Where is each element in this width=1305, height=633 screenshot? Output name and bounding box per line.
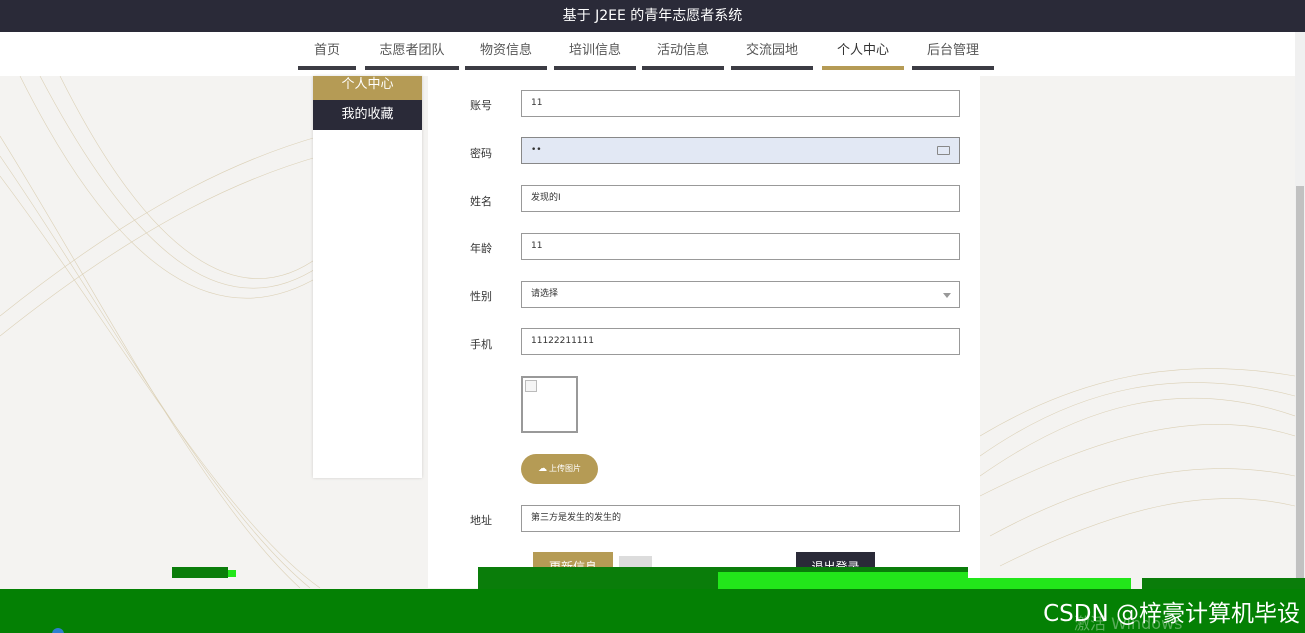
gender-select[interactable]: 请选择 bbox=[521, 281, 960, 308]
green-artifact bbox=[172, 567, 228, 578]
address-field[interactable]: 第三方是发生的发生的 bbox=[521, 505, 960, 532]
password-label: 密码 bbox=[470, 147, 492, 160]
name-field[interactable]: 发现的I bbox=[521, 185, 960, 212]
page-scrollbar-thumb[interactable] bbox=[1296, 186, 1304, 578]
broken-image-icon bbox=[525, 380, 537, 392]
age-field[interactable]: 11 bbox=[521, 233, 960, 260]
avatar-image-preview bbox=[521, 376, 578, 433]
nav-item-training[interactable]: 培训信息 bbox=[554, 44, 636, 70]
green-artifact bbox=[718, 572, 968, 589]
cloud-upload-icon: ☁ bbox=[538, 464, 547, 474]
nav-item-personal-center[interactable]: 个人中心 bbox=[822, 44, 904, 70]
sidebar-item-favorites[interactable]: 我的收藏 bbox=[313, 100, 422, 130]
sidebar: 个人中心 我的收藏 bbox=[313, 76, 422, 478]
address-label: 地址 bbox=[470, 514, 492, 527]
name-label: 姓名 bbox=[470, 195, 492, 208]
csdn-watermark: CSDN @梓豪计算机毕设 bbox=[1043, 601, 1300, 627]
nav-item-supplies[interactable]: 物资信息 bbox=[465, 44, 547, 70]
taskbar-icon bbox=[52, 628, 64, 633]
nav-item-forum[interactable]: 交流园地 bbox=[731, 44, 813, 70]
gender-label: 性别 bbox=[470, 290, 492, 303]
upload-image-button[interactable]: ☁ 上传图片 bbox=[521, 454, 598, 484]
keyboard-icon[interactable] bbox=[937, 146, 950, 155]
phone-label: 手机 bbox=[470, 338, 492, 351]
nav-item-activities[interactable]: 活动信息 bbox=[642, 44, 724, 70]
password-field[interactable]: •• bbox=[521, 137, 960, 164]
age-label: 年龄 bbox=[470, 242, 492, 255]
nav-item-volunteer-team[interactable]: 志愿者团队 bbox=[365, 44, 459, 70]
nav-item-home[interactable]: 首页 bbox=[298, 44, 356, 70]
sidebar-item-personal-center[interactable]: 个人中心 bbox=[313, 76, 422, 100]
app-title: 基于 J2EE 的青年志愿者系统 bbox=[0, 0, 1305, 32]
main-nav: 首页 志愿者团队 物资信息 培训信息 活动信息 交流园地 个人中心 后台管理 bbox=[0, 32, 1295, 76]
nav-item-admin[interactable]: 后台管理 bbox=[912, 44, 994, 70]
green-artifact bbox=[1142, 578, 1305, 589]
gender-select-value: 请选择 bbox=[531, 289, 559, 299]
account-field[interactable]: 11 bbox=[521, 90, 960, 117]
upload-image-label: 上传图片 bbox=[549, 464, 581, 473]
green-artifact bbox=[968, 578, 1131, 589]
green-artifact bbox=[228, 570, 236, 577]
chevron-down-icon bbox=[943, 293, 951, 298]
account-label: 账号 bbox=[470, 99, 492, 112]
profile-form: 账号 11 密码 •• 姓名 发现的I 年龄 11 性别 请选择 手机 1112… bbox=[428, 76, 980, 588]
password-value: •• bbox=[531, 145, 542, 155]
phone-field[interactable]: 11122211111 bbox=[521, 328, 960, 355]
